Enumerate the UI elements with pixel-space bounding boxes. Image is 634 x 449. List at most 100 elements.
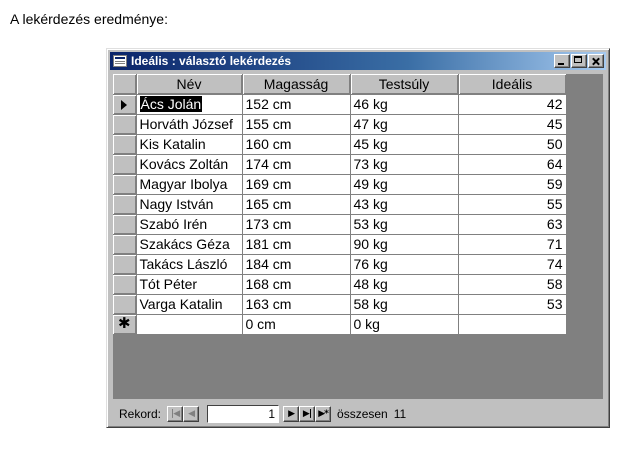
- first-record-icon[interactable]: |◀: [167, 406, 184, 422]
- column-header-nev[interactable]: Név: [136, 74, 243, 95]
- cell-idealis[interactable]: 74: [458, 254, 567, 275]
- cell-nev[interactable]: Takács László: [136, 254, 243, 275]
- table-row[interactable]: Tót Péter 168 cm 48 kg 58: [113, 274, 567, 295]
- record-selector[interactable]: [113, 154, 137, 175]
- table-row[interactable]: Varga Katalin 163 cm 58 kg 53: [113, 294, 567, 315]
- title-bar[interactable]: Ideális : választó lekérdezés: [110, 52, 606, 70]
- record-selector[interactable]: ✱: [113, 314, 137, 335]
- record-navigation: Rekord: |◀ ◀ 1 ▶ ▶| ▶* összesen 11: [113, 404, 603, 424]
- datasheet-grid: Név Magasság Testsúly Ideális Ács Jolán 1…: [113, 74, 567, 335]
- table-row[interactable]: Ács Jolán 152 cm 46 kg 42: [113, 94, 567, 115]
- table-row[interactable]: Szakács Géza 181 cm 90 kg 71: [113, 234, 567, 255]
- cell-testsuly[interactable]: 49 kg: [350, 174, 459, 195]
- record-selector[interactable]: [113, 94, 137, 115]
- table-row[interactable]: Magyar Ibolya 169 cm 49 kg 59: [113, 174, 567, 195]
- cell-idealis[interactable]: 63: [458, 214, 567, 235]
- cell-idealis[interactable]: 53: [458, 294, 567, 315]
- previous-record-icon[interactable]: ◀: [183, 406, 200, 422]
- cell-nev[interactable]: Kis Katalin: [136, 134, 243, 155]
- cell-idealis[interactable]: 42: [458, 94, 567, 115]
- cell-testsuly[interactable]: 46 kg: [350, 94, 459, 115]
- cell-idealis[interactable]: 50: [458, 134, 567, 155]
- cell-nev[interactable]: Tót Péter: [136, 274, 243, 295]
- cell-nev[interactable]: Kovács Zoltán: [136, 154, 243, 175]
- cell-nev[interactable]: Szakács Géza: [136, 234, 243, 255]
- cell-testsuly[interactable]: 48 kg: [350, 274, 459, 295]
- cell-magassag[interactable]: 169 cm: [242, 174, 351, 195]
- cell-magassag[interactable]: 181 cm: [242, 234, 351, 255]
- cell-testsuly[interactable]: 76 kg: [350, 254, 459, 275]
- cell-magassag[interactable]: 184 cm: [242, 254, 351, 275]
- datasheet[interactable]: Név Magasság Testsúly Ideális Ács Jolán 1…: [113, 74, 603, 399]
- close-button[interactable]: [588, 54, 604, 68]
- record-selector[interactable]: [113, 174, 137, 195]
- cell-magassag[interactable]: 173 cm: [242, 214, 351, 235]
- table-row[interactable]: Szabó Irén 173 cm 53 kg 63: [113, 214, 567, 235]
- selected-text: Ács Jolán: [139, 96, 203, 112]
- table-row[interactable]: Kovács Zoltán 174 cm 73 kg 64: [113, 154, 567, 175]
- window-controls: [553, 54, 604, 68]
- query-window[interactable]: Ideális : választó lekérdezés Név Magass…: [106, 48, 610, 428]
- cell-idealis[interactable]: 64: [458, 154, 567, 175]
- new-record-star-icon: ✱: [117, 315, 131, 332]
- caption: A lekérdezés eredménye:: [10, 11, 168, 27]
- cell-nev[interactable]: Ács Jolán: [136, 94, 243, 115]
- cell-idealis[interactable]: [458, 314, 567, 335]
- record-selector[interactable]: [113, 114, 137, 135]
- column-header-idealis[interactable]: Ideális: [458, 74, 567, 95]
- new-record-row[interactable]: ✱ 0 cm 0 kg: [113, 314, 567, 335]
- new-record-icon[interactable]: ▶*: [315, 406, 332, 422]
- cell-magassag[interactable]: 155 cm: [242, 114, 351, 135]
- table-row[interactable]: Nagy István 165 cm 43 kg 55: [113, 194, 567, 215]
- record-total: 11: [393, 407, 407, 421]
- record-selector[interactable]: [113, 254, 137, 275]
- cell-nev[interactable]: Nagy István: [136, 194, 243, 215]
- cell-testsuly[interactable]: 0 kg: [350, 314, 459, 335]
- select-all-cell[interactable]: [113, 74, 137, 95]
- cell-testsuly[interactable]: 45 kg: [350, 134, 459, 155]
- cell-idealis[interactable]: 71: [458, 234, 567, 255]
- cell-magassag[interactable]: 168 cm: [242, 274, 351, 295]
- cell-testsuly[interactable]: 90 kg: [350, 234, 459, 255]
- column-header-magassag[interactable]: Magasság: [242, 74, 351, 95]
- cell-idealis[interactable]: 55: [458, 194, 567, 215]
- cell-idealis[interactable]: 58: [458, 274, 567, 295]
- cell-idealis[interactable]: 59: [458, 174, 567, 195]
- datasheet-icon[interactable]: [113, 55, 127, 67]
- cell-idealis[interactable]: 45: [458, 114, 567, 135]
- record-number-input[interactable]: 1: [207, 405, 280, 423]
- cell-testsuly[interactable]: 58 kg: [350, 294, 459, 315]
- header-row: Név Magasság Testsúly Ideális: [113, 74, 567, 95]
- record-selector[interactable]: [113, 234, 137, 255]
- record-selector[interactable]: [113, 274, 137, 295]
- cell-magassag[interactable]: 152 cm: [242, 94, 351, 115]
- current-record-icon: [121, 100, 128, 111]
- last-record-icon[interactable]: ▶|: [299, 406, 316, 422]
- table-row[interactable]: Horváth József 155 cm 47 kg 45: [113, 114, 567, 135]
- cell-nev[interactable]: Varga Katalin: [136, 294, 243, 315]
- cell-magassag[interactable]: 174 cm: [242, 154, 351, 175]
- cell-nev[interactable]: Horváth József: [136, 114, 243, 135]
- minimize-button[interactable]: [554, 54, 570, 68]
- cell-nev[interactable]: [136, 314, 243, 335]
- cell-testsuly[interactable]: 43 kg: [350, 194, 459, 215]
- cell-magassag[interactable]: 160 cm: [242, 134, 351, 155]
- cell-testsuly[interactable]: 47 kg: [350, 114, 459, 135]
- cell-testsuly[interactable]: 53 kg: [350, 214, 459, 235]
- record-selector[interactable]: [113, 134, 137, 155]
- maximize-button[interactable]: [571, 54, 587, 68]
- column-header-testsuly[interactable]: Testsúly: [350, 74, 459, 95]
- cell-testsuly[interactable]: 73 kg: [350, 154, 459, 175]
- cell-magassag[interactable]: 165 cm: [242, 194, 351, 215]
- record-selector[interactable]: [113, 214, 137, 235]
- cell-nev[interactable]: Magyar Ibolya: [136, 174, 243, 195]
- cell-magassag[interactable]: 163 cm: [242, 294, 351, 315]
- window-title: Ideális : választó lekérdezés: [131, 54, 292, 68]
- record-selector[interactable]: [113, 294, 137, 315]
- cell-magassag[interactable]: 0 cm: [242, 314, 351, 335]
- table-row[interactable]: Takács László 184 cm 76 kg 74: [113, 254, 567, 275]
- next-record-icon[interactable]: ▶: [283, 406, 300, 422]
- record-selector[interactable]: [113, 194, 137, 215]
- cell-nev[interactable]: Szabó Irén: [136, 214, 243, 235]
- table-row[interactable]: Kis Katalin 160 cm 45 kg 50: [113, 134, 567, 155]
